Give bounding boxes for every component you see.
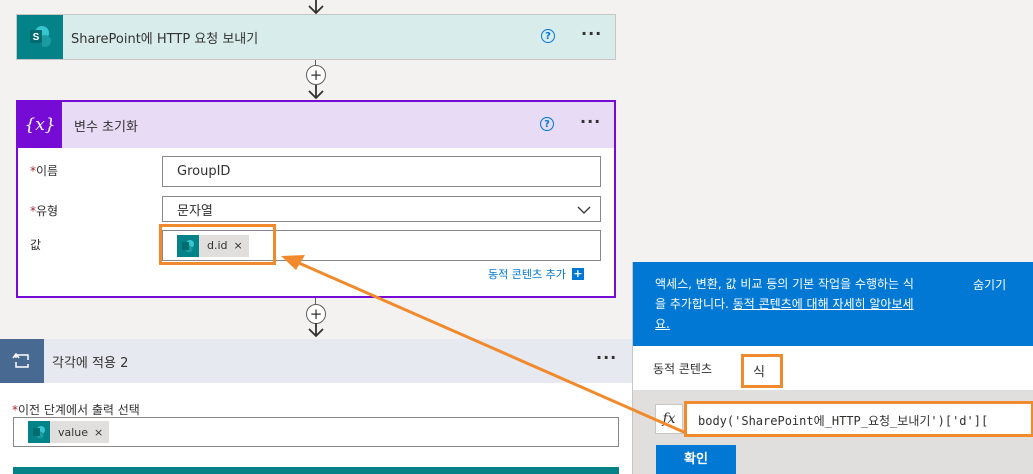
fx-icon: fx bbox=[655, 404, 683, 434]
expression-input[interactable]: body('SharePoint에_HTTP_요청_보내기')['d'][ bbox=[684, 401, 1033, 437]
loop-icon bbox=[0, 339, 44, 383]
sharepoint-http-action-card[interactable]: S SharePoint에 HTTP 요청 보내기 ? ··· bbox=[16, 14, 616, 60]
panel-info-banner: 액세스, 변환, 값 비교 등의 기본 작업을 수행하는 식 을 추가합니다. … bbox=[633, 262, 1033, 346]
variable-icon: {x} bbox=[18, 102, 62, 148]
confirm-button[interactable]: 확인 bbox=[656, 445, 736, 474]
card-header[interactable]: 각각에 적용 2 ··· bbox=[0, 339, 632, 383]
more-options-button[interactable]: ··· bbox=[581, 24, 602, 43]
sharepoint-icon: S bbox=[17, 15, 63, 59]
initialize-variable-card: {x} 변수 초기화 ? ··· *이름 GroupID *유형 문자열 값 d… bbox=[16, 100, 616, 298]
select-output-label: *이전 단계에서 출력 선택 bbox=[12, 403, 140, 417]
select-output-input[interactable]: value × bbox=[13, 417, 619, 447]
more-options-button[interactable]: ··· bbox=[596, 348, 617, 367]
action-title: 변수 초기화 bbox=[74, 119, 138, 135]
apply-to-each-card: 각각에 적용 2 ··· *이전 단계에서 출력 선택 value × bbox=[0, 339, 632, 474]
remove-token-button[interactable]: × bbox=[94, 426, 103, 439]
svg-text:S: S bbox=[33, 32, 40, 43]
connector-arrow bbox=[308, 323, 324, 338]
info-text: 액세스, 변환, 값 비교 등의 기본 작업을 수행하는 식 을 추가합니다. … bbox=[655, 277, 914, 331]
token-highlight-box bbox=[159, 224, 276, 265]
next-action-peek bbox=[13, 467, 619, 474]
name-label: *이름 bbox=[30, 164, 59, 178]
variable-name-input[interactable]: GroupID bbox=[162, 156, 601, 187]
type-label: *유형 bbox=[30, 204, 59, 218]
insert-step-button[interactable]: + bbox=[306, 304, 326, 324]
dynamic-content-panel: 액세스, 변환, 값 비교 등의 기본 작업을 수행하는 식 을 추가합니다. … bbox=[632, 262, 1033, 474]
learn-more-link-cont[interactable]: 요. bbox=[655, 317, 670, 331]
dynamic-content-token[interactable]: value × bbox=[28, 421, 110, 443]
insert-step-button[interactable]: + bbox=[306, 65, 326, 85]
card-header[interactable]: {x} 변수 초기화 ? ··· bbox=[18, 102, 614, 148]
learn-more-link[interactable]: 동적 콘텐츠에 대해 자세히 알아보세 bbox=[733, 297, 914, 311]
action-title: SharePoint에 HTTP 요청 보내기 bbox=[71, 31, 259, 47]
help-icon[interactable]: ? bbox=[541, 29, 555, 43]
tab-dynamic-content[interactable]: 동적 콘텐츠 bbox=[653, 360, 712, 377]
hide-button[interactable]: 숨기기 bbox=[973, 276, 1006, 293]
variable-type-select[interactable]: 문자열 bbox=[162, 196, 601, 222]
plus-icon: + bbox=[571, 267, 584, 280]
add-dynamic-content-link[interactable]: 동적 콘텐츠 추가 + bbox=[488, 266, 584, 282]
connector-arrow bbox=[308, 85, 324, 100]
value-label: 값 bbox=[30, 238, 42, 252]
action-title: 각각에 적용 2 bbox=[52, 355, 129, 371]
chevron-down-icon bbox=[577, 206, 591, 214]
sharepoint-icon bbox=[28, 421, 50, 443]
more-options-button[interactable]: ··· bbox=[580, 112, 601, 131]
tab-expression[interactable]: 식 bbox=[741, 354, 783, 388]
help-icon[interactable]: ? bbox=[540, 117, 554, 131]
